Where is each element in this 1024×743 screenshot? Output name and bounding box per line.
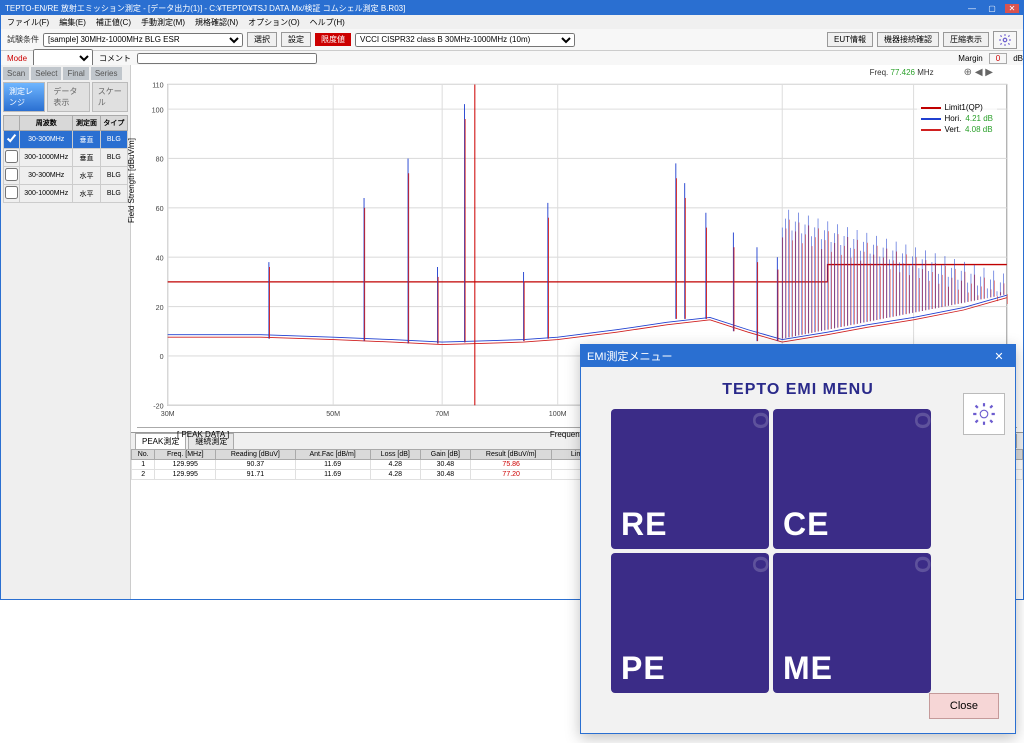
maximize-icon[interactable]: ▢ (985, 4, 999, 13)
comment-label: コメント (99, 53, 131, 64)
range-check[interactable] (5, 186, 18, 199)
range-check[interactable] (5, 168, 18, 181)
range-row[interactable]: 300-1000MHz 垂直 BLG (4, 149, 128, 167)
menu-tiles: TEPTO RE TEPTO CE TEPTO PE TEPTO ME (611, 409, 985, 693)
select-button[interactable]: 選択 (247, 32, 277, 47)
svg-text:110: 110 (152, 80, 163, 89)
menu-bar: ファイル(F) 編集(E) 補正値(C) 手動測定(M) 規格確認(N) オプシ… (1, 15, 1023, 29)
window-title: TEPTO-EN/RE 放射エミッション測定 - [データ出力(1)] - C:… (5, 3, 405, 14)
dialog-close-button[interactable]: Close (929, 693, 999, 719)
sidebar-mid-tabs: 測定レンジ データ表示 スケール (3, 82, 128, 112)
range-row[interactable]: 300-1000MHz 水平 BLG (4, 185, 128, 203)
chart-pager-icon[interactable]: ⊕ ◀ ▶ (964, 67, 993, 78)
tile-re[interactable]: TEPTO RE (611, 409, 769, 549)
svg-text:100: 100 (152, 105, 164, 114)
emi-menu-dialog: EMI測定メニュー ✕ TEPTO EMI MENU TEPTO RE TEPT… (580, 344, 1016, 734)
std-label: 限度値 (315, 33, 351, 46)
compress-button[interactable]: 圧縮表示 (943, 32, 989, 47)
eut-button[interactable]: EUT情報 (827, 32, 873, 47)
cond-label: 試験条件 (7, 34, 39, 45)
dialog-heading: TEPTO EMI MENU (581, 381, 1015, 399)
device-button[interactable]: 機器接続確認 (877, 32, 939, 47)
tab-series[interactable]: Series (91, 67, 122, 80)
svg-text:30M: 30M (161, 409, 175, 418)
svg-text:50M: 50M (326, 409, 340, 418)
close-icon[interactable]: ✕ (1005, 4, 1019, 13)
dialog-title-bar: EMI測定メニュー ✕ (581, 345, 1015, 367)
margin-unit: dB (1013, 54, 1023, 63)
svg-text:80: 80 (156, 155, 164, 164)
peak-data-label: [ PEAK DATA ] (177, 430, 229, 439)
tab-display[interactable]: データ表示 (47, 82, 89, 112)
range-row[interactable]: 30-300MHz 水平 BLG (4, 167, 128, 185)
menu-manual[interactable]: 手動測定(M) (141, 17, 185, 28)
svg-text:40: 40 (156, 253, 164, 262)
range-check[interactable] (5, 132, 18, 145)
th-type: タイプ (100, 116, 127, 131)
tile-me[interactable]: TEPTO ME (773, 553, 931, 693)
sub-toolbar: Mode コメント Margin 0 dB (1, 51, 1023, 65)
margin-label: Margin (958, 54, 982, 63)
tile-ce[interactable]: TEPTO CE (773, 409, 931, 549)
svg-text:100M: 100M (549, 409, 567, 418)
mode-label: Mode (7, 54, 27, 63)
sidebar: Scan Select Final Series 測定レンジ データ表示 スケー… (1, 65, 131, 599)
dialog-title: EMI測定メニュー (587, 348, 673, 364)
menu-file[interactable]: ファイル(F) (7, 17, 49, 28)
range-table: 周波数 測定面 タイプ 30-300MHz 垂直 BLG 300-1000MHz… (3, 115, 128, 203)
range-check[interactable] (5, 150, 18, 163)
chart-legend: Limit1(QP) Hori. 4.21 dB Vert. 4.08 dB (917, 99, 997, 140)
tab-scale[interactable]: スケール (92, 82, 128, 112)
svg-text:70M: 70M (435, 409, 449, 418)
tab-final[interactable]: Final (63, 67, 88, 80)
y-axis-label: Field Strength [dBuV/m] (127, 138, 136, 223)
freq-readout: Freq. 77.426 MHz (870, 68, 934, 77)
menu-corr[interactable]: 補正値(C) (96, 17, 131, 28)
title-bar: TEPTO-EN/RE 放射エミッション測定 - [データ出力(1)] - C:… (1, 1, 1023, 15)
menu-opt[interactable]: オプション(O) (248, 17, 300, 28)
set-button[interactable]: 設定 (281, 32, 311, 47)
gear-icon (998, 33, 1012, 47)
sidebar-top-tabs: Scan Select Final Series (3, 67, 128, 80)
tab-range[interactable]: 測定レンジ (3, 82, 45, 112)
svg-text:60: 60 (156, 204, 164, 213)
margin-value: 0 (989, 53, 1007, 64)
th-face: 測定面 (73, 116, 100, 131)
menu-std[interactable]: 規格確認(N) (195, 17, 238, 28)
comment-input[interactable] (137, 53, 317, 64)
minimize-icon[interactable]: — (965, 4, 979, 13)
tab-select[interactable]: Select (31, 67, 61, 80)
dialog-close-icon[interactable]: ✕ (989, 350, 1009, 363)
toolbar: 試験条件 [sample] 30MHz-1000MHz BLG ESR 選択 設… (1, 29, 1023, 51)
th-freq: 周波数 (20, 116, 73, 131)
svg-text:0: 0 (160, 352, 164, 361)
range-row[interactable]: 30-300MHz 垂直 BLG (4, 131, 128, 149)
std-combo[interactable]: VCCI CISPR32 class B 30MHz-1000MHz (10m) (355, 33, 575, 47)
svg-text:20: 20 (156, 303, 164, 312)
menu-edit[interactable]: 編集(E) (59, 17, 86, 28)
cond-combo[interactable]: [sample] 30MHz-1000MHz BLG ESR (43, 33, 243, 47)
menu-help[interactable]: ヘルプ(H) (310, 17, 345, 28)
settings-gear-button[interactable] (993, 31, 1017, 49)
tile-pe[interactable]: TEPTO PE (611, 553, 769, 693)
tab-scan[interactable]: Scan (3, 67, 29, 80)
